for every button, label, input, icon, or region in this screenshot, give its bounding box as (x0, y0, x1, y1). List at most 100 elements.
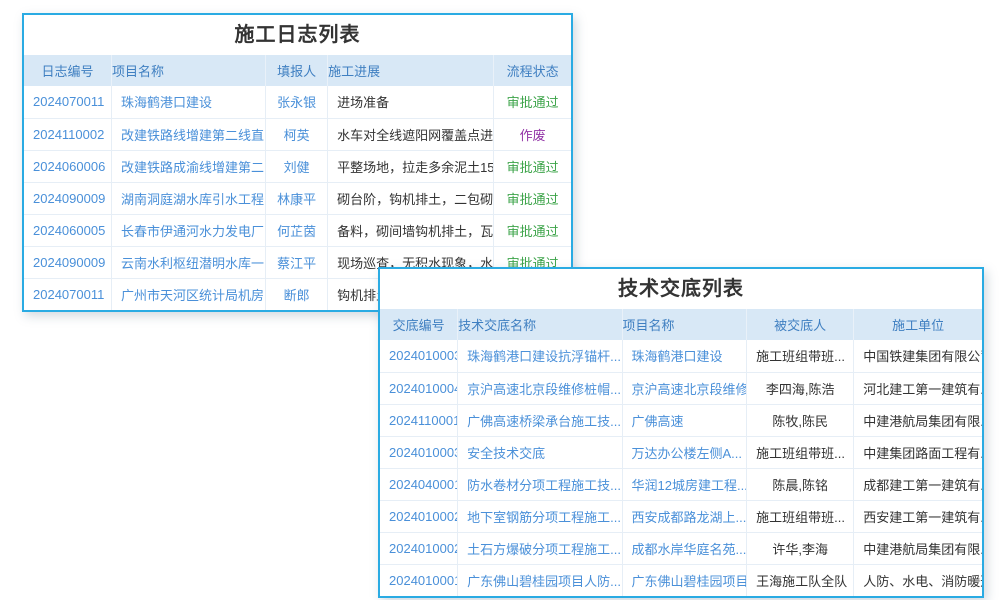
progress-cell: 平整场地，拉走多余泥土15... (328, 150, 494, 182)
reporter-cell-link[interactable]: 刘健 (266, 150, 328, 182)
disclosure-no-cell-link[interactable]: 2024040001 (380, 468, 458, 500)
construction-log-title: 施工日志列表 (24, 15, 571, 55)
reporter-column-header: 填报人 (266, 55, 328, 86)
flow-status-cell: 审批通过 (494, 86, 571, 118)
disclosure-no-column-header: 交底编号 (380, 309, 458, 340)
contractor-cell: 河北建工第一建筑有... (854, 372, 982, 404)
disclosure-no-cell-link[interactable]: 2024010003 (380, 340, 458, 372)
project-name-cell-link[interactable]: 珠海鹤港口建设 (622, 340, 747, 372)
contractor-column-header: 施工单位 (854, 309, 982, 340)
progress-cell: 砌台阶，钩机排土，二包砌... (328, 182, 494, 214)
disclosure-name-cell-link[interactable]: 地下室钢筋分项工程施工... (458, 500, 622, 532)
project-name-cell-link[interactable]: 广东佛山碧桂园项目 (622, 564, 747, 596)
disclosure-no-cell-link[interactable]: 2024010001 (380, 564, 458, 596)
contractor-cell: 中建集团路面工程有... (854, 436, 982, 468)
page: 施工日志列表 日志编号项目名称填报人施工进展流程状态2024070011珠海鹤港… (0, 0, 1000, 600)
table-row: 2024110001广佛高速桥梁承台施工技...广佛高速陈牧,陈民中建港航局集团… (380, 404, 982, 436)
receivers-cell: 施工班组带班... (747, 500, 854, 532)
contractor-cell: 中建港航局集团有限... (854, 532, 982, 564)
log-no-cell-link[interactable]: 2024070011 (24, 278, 112, 310)
progress-cell: 水车对全线遮阳网覆盖点进... (328, 118, 494, 150)
table-row: 2024010003珠海鹤港口建设抗浮锚杆...珠海鹤港口建设施工班组带班...… (380, 340, 982, 372)
table-row: 2024010002土石方爆破分项工程施工...成都水岸华庭名苑...许华,李海… (380, 532, 982, 564)
progress-cell: 备料，砌间墙钩机排土，瓦... (328, 214, 494, 246)
disclosure-no-cell-link[interactable]: 2024110001 (380, 404, 458, 436)
reporter-cell-link[interactable]: 林康平 (266, 182, 328, 214)
contractor-cell: 中建港航局集团有限... (854, 404, 982, 436)
header-row: 交底编号技术交底名称项目名称被交底人施工单位 (380, 309, 982, 340)
flow-status-column-header: 流程状态 (494, 55, 571, 86)
table-row: 2024110002改建铁路线增建第二线直...柯英水车对全线遮阳网覆盖点进..… (24, 118, 571, 150)
project-name-column-header: 项目名称 (112, 55, 266, 86)
disclosure-no-cell-link[interactable]: 2024010002 (380, 532, 458, 564)
progress-cell: 进场准备 (328, 86, 494, 118)
project-name-cell-link[interactable]: 广佛高速 (622, 404, 747, 436)
log-no-cell-link[interactable]: 2024070011 (24, 86, 112, 118)
disclosure-name-column-header: 技术交底名称 (458, 309, 622, 340)
tech-disclosure-panel: 技术交底列表 交底编号技术交底名称项目名称被交底人施工单位2024010003珠… (378, 267, 984, 598)
reporter-cell-link[interactable]: 蔡江平 (266, 246, 328, 278)
header-row: 日志编号项目名称填报人施工进展流程状态 (24, 55, 571, 86)
log-no-cell-link[interactable]: 2024060005 (24, 214, 112, 246)
table-row: 2024060006改建铁路成渝线增建第二...刘健平整场地，拉走多余泥土15.… (24, 150, 571, 182)
project-name-column-header: 项目名称 (622, 309, 747, 340)
project-name-cell-link[interactable]: 广州市天河区统计局机房... (112, 278, 266, 310)
disclosure-name-cell-link[interactable]: 安全技术交底 (458, 436, 622, 468)
project-name-cell-link[interactable]: 华润12城房建工程... (622, 468, 747, 500)
project-name-cell-link[interactable]: 万达办公楼左侧A... (622, 436, 747, 468)
log-no-cell-link[interactable]: 2024110002 (24, 118, 112, 150)
table-row: 2024090009湖南洞庭湖水库引水工程...林康平砌台阶，钩机排土，二包砌.… (24, 182, 571, 214)
contractor-cell: 人防、水电、消防暖通 (854, 564, 982, 596)
contractor-cell: 西安建工第一建筑有... (854, 500, 982, 532)
tech-disclosure-title: 技术交底列表 (380, 269, 982, 309)
log-no-cell-link[interactable]: 2024060006 (24, 150, 112, 182)
flow-status-cell: 作废 (494, 118, 571, 150)
project-name-cell-link[interactable]: 改建铁路线增建第二线直... (112, 118, 266, 150)
receivers-column-header: 被交底人 (747, 309, 854, 340)
project-name-cell-link[interactable]: 云南水利枢纽潜明水库一... (112, 246, 266, 278)
project-name-cell-link[interactable]: 珠海鹤港口建设 (112, 86, 266, 118)
table-row: 2024010001广东佛山碧桂园项目人防...广东佛山碧桂园项目王海施工队全队… (380, 564, 982, 596)
project-name-cell-link[interactable]: 湖南洞庭湖水库引水工程... (112, 182, 266, 214)
receivers-cell: 陈牧,陈民 (747, 404, 854, 436)
flow-status-cell: 审批通过 (494, 182, 571, 214)
disclosure-name-cell-link[interactable]: 土石方爆破分项工程施工... (458, 532, 622, 564)
project-name-cell-link[interactable]: 成都水岸华庭名苑... (622, 532, 747, 564)
tech-disclosure-table: 交底编号技术交底名称项目名称被交底人施工单位2024010003珠海鹤港口建设抗… (380, 309, 982, 596)
receivers-cell: 陈晨,陈铭 (747, 468, 854, 500)
table-row: 2024040001防水卷材分项工程施工技...华润12城房建工程...陈晨,陈… (380, 468, 982, 500)
table-row: 2024010002地下室钢筋分项工程施工...西安成都路龙湖上...施工班组带… (380, 500, 982, 532)
disclosure-name-cell-link[interactable]: 防水卷材分项工程施工技... (458, 468, 622, 500)
log-no-column-header: 日志编号 (24, 55, 112, 86)
disclosure-no-cell-link[interactable]: 2024010003 (380, 436, 458, 468)
disclosure-name-cell-link[interactable]: 京沪高速北京段维修桩帽... (458, 372, 622, 404)
reporter-cell-link[interactable]: 断郎 (266, 278, 328, 310)
contractor-cell: 成都建工第一建筑有... (854, 468, 982, 500)
receivers-cell: 施工班组带班... (747, 340, 854, 372)
disclosure-name-cell-link[interactable]: 广东佛山碧桂园项目人防... (458, 564, 622, 596)
reporter-cell-link[interactable]: 何芷茵 (266, 214, 328, 246)
receivers-cell: 李四海,陈浩 (747, 372, 854, 404)
table-row: 2024070011珠海鹤港口建设张永银进场准备审批通过 (24, 86, 571, 118)
disclosure-no-cell-link[interactable]: 2024010002 (380, 500, 458, 532)
log-no-cell-link[interactable]: 2024090009 (24, 182, 112, 214)
progress-column-header: 施工进展 (328, 55, 494, 86)
reporter-cell-link[interactable]: 柯英 (266, 118, 328, 150)
project-name-cell-link[interactable]: 长春市伊通河水力发电厂... (112, 214, 266, 246)
table-row: 2024010003安全技术交底万达办公楼左侧A...施工班组带班...中建集团… (380, 436, 982, 468)
project-name-cell-link[interactable]: 西安成都路龙湖上... (622, 500, 747, 532)
project-name-cell-link[interactable]: 改建铁路成渝线增建第二... (112, 150, 266, 182)
table-row: 2024010004京沪高速北京段维修桩帽...京沪高速北京段维修李四海,陈浩河… (380, 372, 982, 404)
receivers-cell: 王海施工队全队 (747, 564, 854, 596)
disclosure-no-cell-link[interactable]: 2024010004 (380, 372, 458, 404)
reporter-cell-link[interactable]: 张永银 (266, 86, 328, 118)
flow-status-cell: 审批通过 (494, 150, 571, 182)
log-no-cell-link[interactable]: 2024090009 (24, 246, 112, 278)
disclosure-name-cell-link[interactable]: 珠海鹤港口建设抗浮锚杆... (458, 340, 622, 372)
project-name-cell-link[interactable]: 京沪高速北京段维修 (622, 372, 747, 404)
flow-status-cell: 审批通过 (494, 214, 571, 246)
contractor-cell: 中国铁建集团有限公司 (854, 340, 982, 372)
disclosure-name-cell-link[interactable]: 广佛高速桥梁承台施工技... (458, 404, 622, 436)
table-row: 2024060005长春市伊通河水力发电厂...何芷茵备料，砌间墙钩机排土，瓦.… (24, 214, 571, 246)
receivers-cell: 许华,李海 (747, 532, 854, 564)
